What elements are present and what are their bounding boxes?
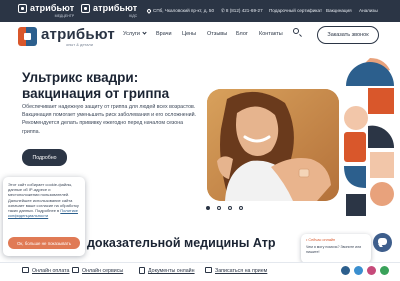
phone-link[interactable]: ✆8 (812) 421-69-27 [221, 8, 263, 14]
whatsapp-icon[interactable] [380, 266, 389, 275]
documents-online-link[interactable]: Документы онлайн [148, 268, 195, 274]
nav-item-contacts[interactable]: Контакты [259, 31, 283, 37]
nav-item-doctors[interactable]: Врачи [156, 31, 172, 37]
chat-icon[interactable] [373, 233, 392, 252]
nav-item-label: Услуги [123, 31, 140, 37]
phone-icon: ✆ [221, 8, 225, 13]
logo-name: атрибьют [41, 26, 115, 43]
card-icon [22, 267, 29, 273]
address-link[interactable]: СПб, Чкаловский пр-кт, д. 50 [146, 7, 215, 14]
location-pin-icon [146, 7, 152, 14]
nav-item-blog[interactable]: Блог [236, 31, 248, 37]
slider-dot-4[interactable] [239, 206, 243, 210]
cookie-accept-button[interactable]: Ок, больше не показывать [8, 237, 80, 249]
slider-dot-2[interactable] [217, 206, 221, 210]
brand-mark-icon [18, 4, 27, 13]
slider-dot-3[interactable] [228, 206, 232, 210]
chat-status: • Сейчас онлайн [306, 238, 336, 242]
gift-certificate-link[interactable]: Подарочный сертификат [269, 8, 322, 13]
document-icon [139, 267, 145, 274]
site-logo[interactable]: атрибьют опыт & детали [18, 25, 115, 49]
brand-kids-sub: КІДС [129, 14, 138, 18]
nav-item-prices[interactable]: Цены [182, 31, 196, 37]
brand-mark-icon [81, 4, 90, 13]
brand-kids-link[interactable]: атрибьют КІДС [81, 3, 138, 18]
hero-title: Ультрикс квадри: вакцинация от гриппа [22, 70, 212, 102]
decorative-shapes [344, 58, 395, 216]
hero-title-line2: вакцинация от гриппа [22, 86, 170, 101]
logo-tagline: опыт & детали [66, 42, 93, 47]
slider-dot-1[interactable] [206, 206, 210, 210]
hero-description: Обеспечивает надежную защиту от гриппа д… [22, 104, 197, 135]
calendar-icon [205, 267, 212, 273]
details-button[interactable]: Подробно [22, 149, 67, 166]
analyses-link[interactable]: Анализы [359, 8, 378, 13]
monitor-icon [72, 267, 79, 273]
telegram-icon[interactable] [354, 266, 363, 275]
brand-kids-name: атрибьют [93, 3, 138, 13]
cookie-text: Этот сайт собирает cookie-файлы, данные … [8, 182, 80, 218]
vaccination-link[interactable]: Вакцинация [326, 8, 352, 13]
nav-item-services[interactable]: Услуги [123, 30, 147, 37]
search-icon[interactable] [293, 28, 303, 38]
order-call-button[interactable]: Заказать звонок [317, 26, 379, 44]
vk-icon[interactable] [341, 266, 350, 275]
woman-with-bandage-illustration [207, 89, 339, 201]
online-payment-link[interactable]: Онлайн оплата [32, 268, 69, 274]
phone-text: 8 (812) 421-69-27 [225, 8, 263, 13]
chat-message: Чем я могу помочь? Звоните или пишите! [306, 245, 362, 254]
book-appointment-link[interactable]: Записаться на прием [215, 268, 267, 274]
online-services-link[interactable]: Онлайн сервисы [82, 268, 123, 274]
logo-glyph-icon [18, 27, 37, 46]
chat-popup[interactable]: • Сейчас онлайн Чем я могу помочь? Звони… [301, 234, 371, 263]
instagram-icon[interactable] [367, 266, 376, 275]
chevron-down-icon [142, 30, 147, 35]
hero-image [207, 89, 339, 201]
brand-medcenter-link[interactable]: атрибьют МЕДЦЕНТР [18, 3, 75, 18]
section-title: доказательной медицины Атр [87, 236, 276, 250]
brand-medcenter-sub: МЕДЦЕНТР [54, 14, 75, 18]
brand-medcenter-name: атрибьют [30, 3, 75, 13]
nav-item-reviews[interactable]: Отзывы [207, 31, 227, 37]
cookie-banner: Этот сайт собирает cookie-файлы, данные … [3, 177, 85, 256]
address-text: СПб, Чкаловский пр-кт, д. 50 [153, 8, 215, 13]
hero-title-line1: Ультрикс квадри: [22, 70, 139, 85]
